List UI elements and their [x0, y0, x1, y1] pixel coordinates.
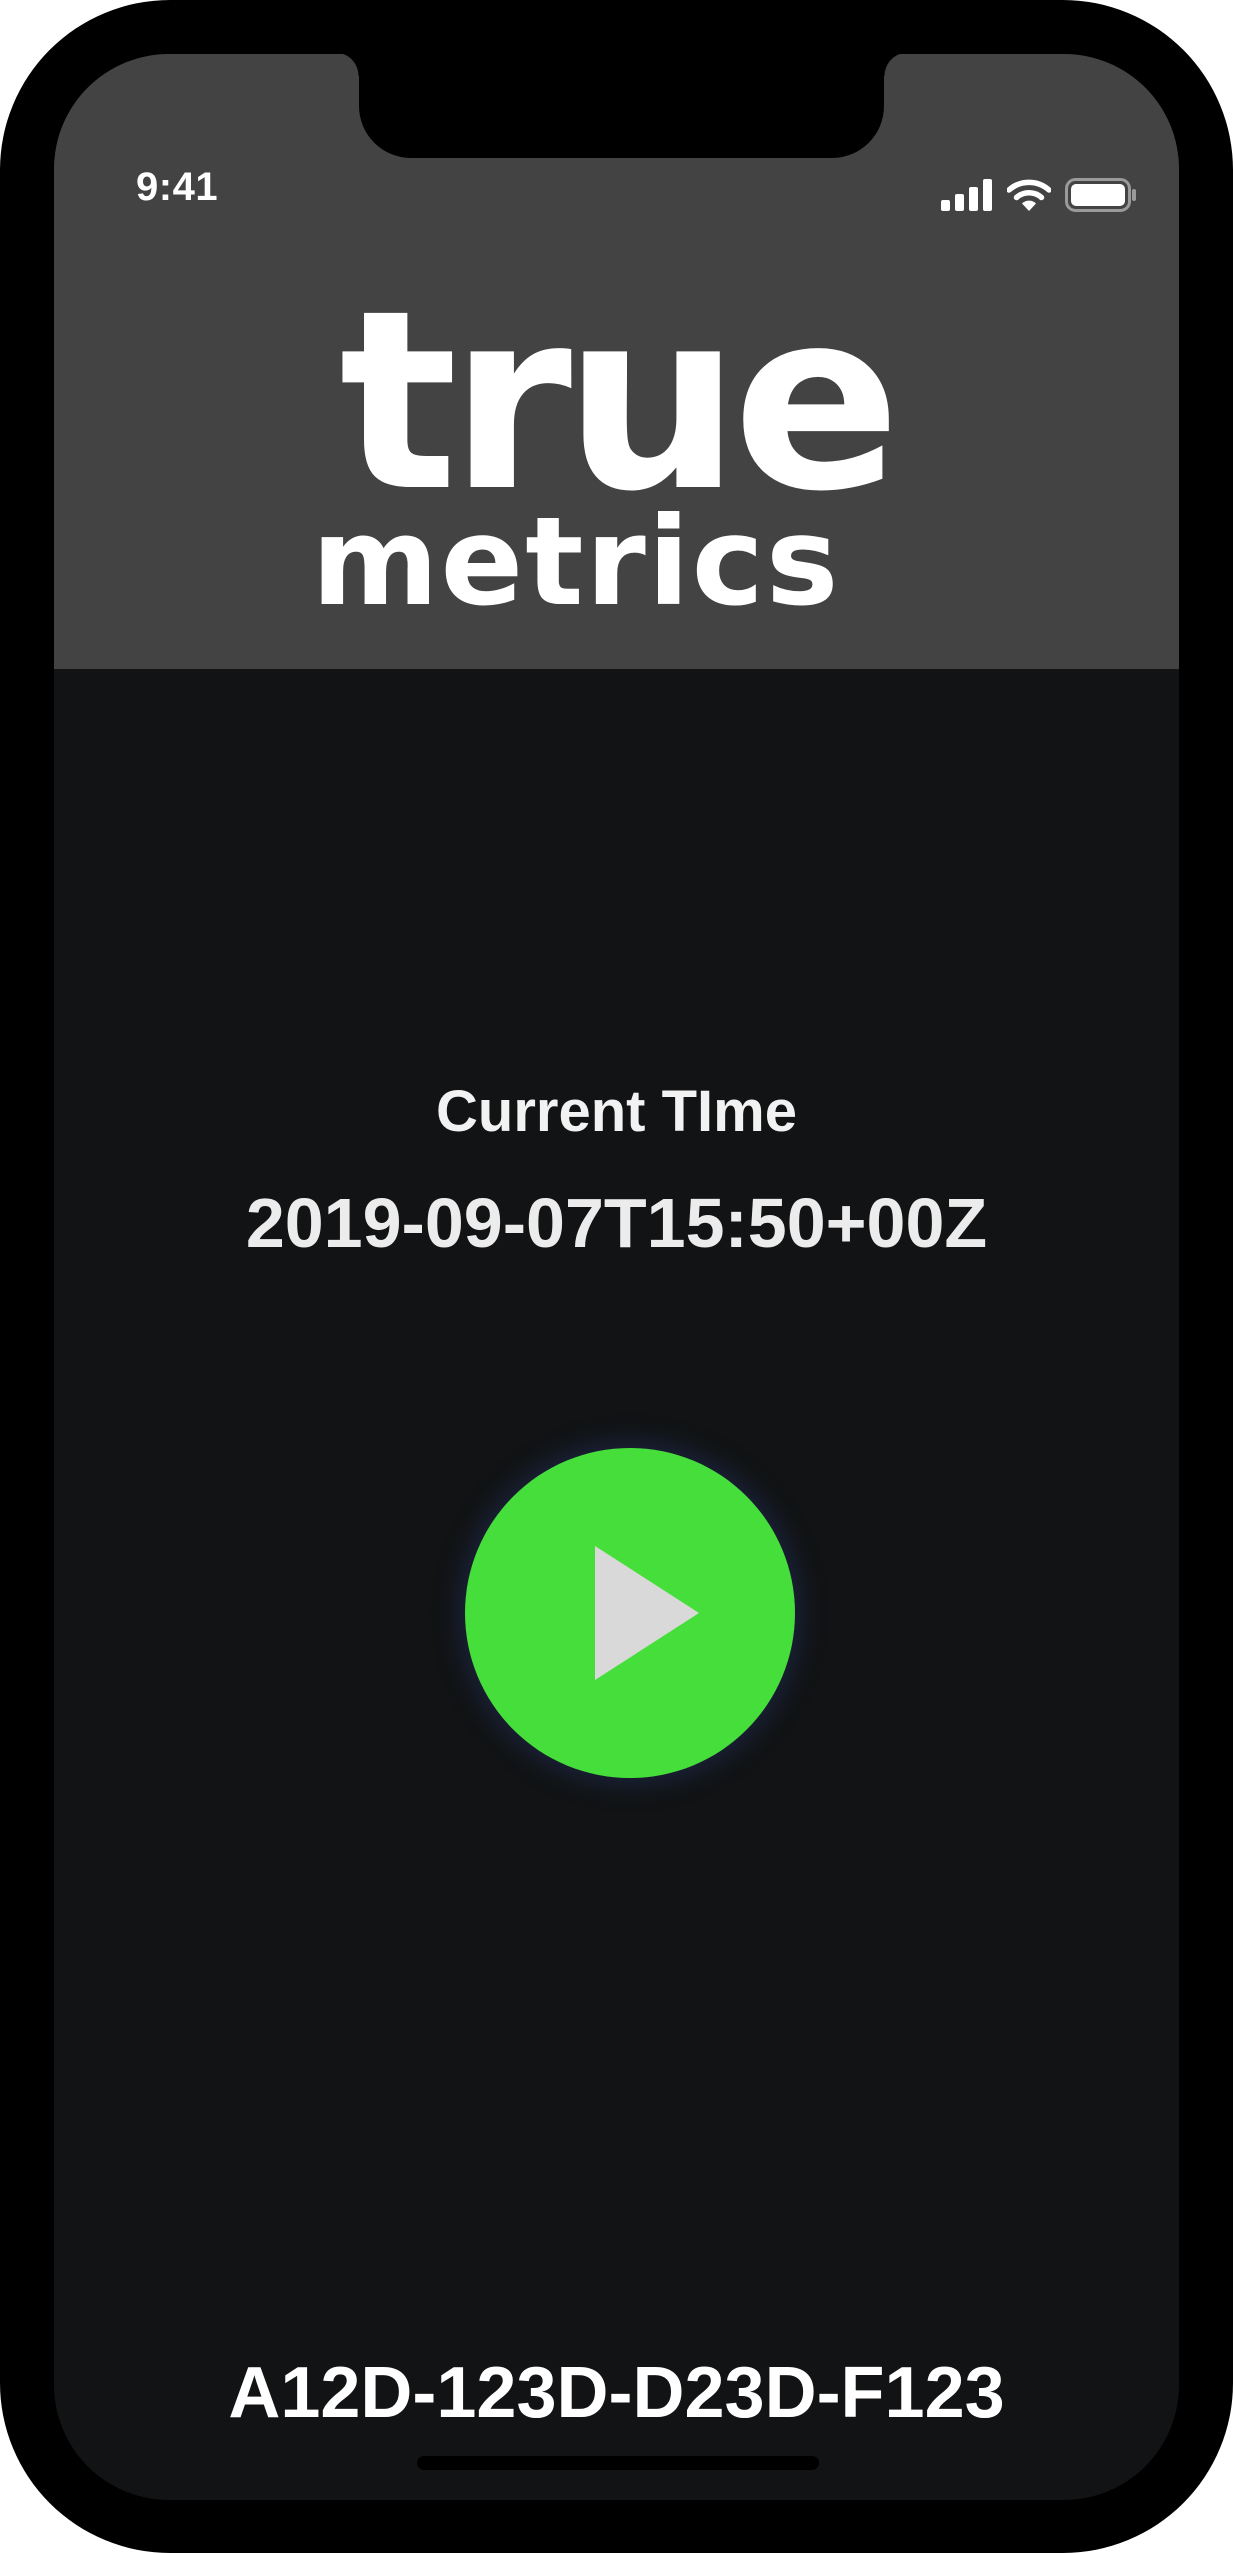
status-bar-time: 9:41	[136, 165, 219, 209]
status-bar-icons	[941, 178, 1137, 212]
current-time-value: 2019-09-07T15:50+00Z	[245, 1184, 988, 1262]
device-notch	[335, 54, 908, 158]
play-button[interactable]	[465, 1448, 795, 1778]
home-indicator[interactable]	[417, 2456, 819, 2470]
true-metrics-logo: true metrics	[311, 258, 900, 619]
app-header: 9:41 true metrics	[54, 54, 1179, 669]
cellular-signal-icon	[941, 179, 992, 211]
play-icon	[595, 1546, 699, 1680]
battery-icon	[1065, 178, 1136, 212]
phone-frame: 9:41 true metrics Current TIme 2019-09-0…	[0, 0, 1233, 2553]
device-id-text: A12D-123D-D23D-F123	[228, 2353, 1005, 2433]
app-screen: 9:41 true metrics Current TIme 2019-09-0…	[54, 54, 1179, 2500]
main-content: Current TIme 2019-09-07T15:50+00Z A12D-1…	[54, 669, 1179, 2500]
current-time-label: Current TIme	[436, 1079, 797, 1144]
wifi-icon	[1007, 179, 1051, 211]
logo-text-metrics: metrics	[311, 491, 840, 619]
